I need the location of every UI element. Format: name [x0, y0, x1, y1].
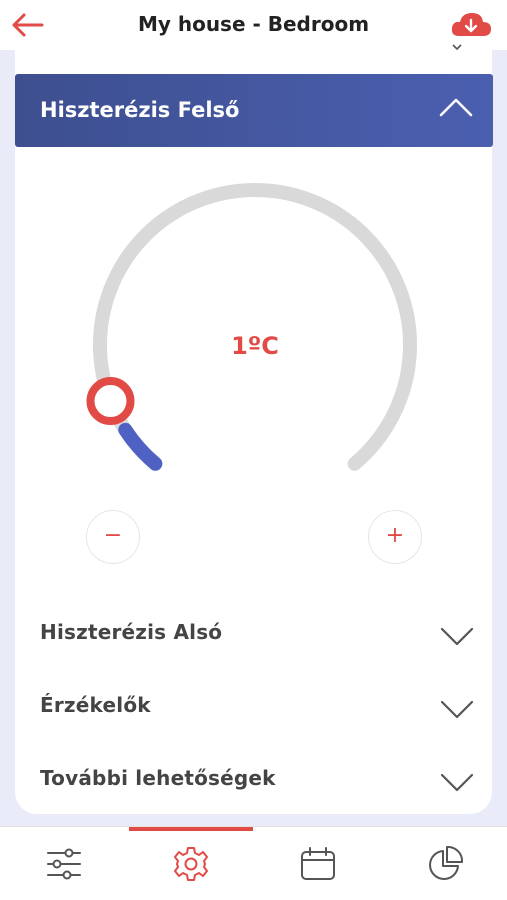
- cloud-download-icon[interactable]: [449, 10, 493, 40]
- bottom-tab-bar: [0, 826, 507, 900]
- chevron-down-icon: [440, 773, 474, 792]
- accordion-item-hiszterezis-also[interactable]: Hiszterézis Alsó: [15, 602, 492, 662]
- tab-schedule[interactable]: [254, 827, 380, 900]
- decrease-button[interactable]: −: [86, 510, 140, 564]
- tab-controls[interactable]: [0, 827, 126, 900]
- tab-settings[interactable]: [127, 827, 253, 900]
- section-title: Hiszterézis Felső: [40, 98, 240, 122]
- dial-knob[interactable]: [86, 377, 135, 426]
- top-bar: My house - Bedroom: [0, 0, 507, 50]
- accordion-item-erzekelok[interactable]: Érzékelők: [15, 675, 492, 735]
- accordion-item-tovabbi-lehetosegek[interactable]: További lehetőségek: [15, 748, 492, 808]
- dial-progress: [118, 422, 163, 471]
- dial-track: [93, 183, 417, 471]
- calendar-icon: [301, 847, 335, 880]
- pie-chart-icon: [429, 845, 464, 880]
- accordion-item-label: Érzékelők: [40, 693, 151, 717]
- accordion-item-label: További lehetőségek: [40, 766, 276, 790]
- section-header-hiszterezis-felso[interactable]: Hiszterézis Felső: [15, 74, 493, 147]
- dial-value: 1ºC: [231, 332, 279, 360]
- gear-icon: [174, 847, 208, 881]
- increase-button[interactable]: +: [368, 510, 422, 564]
- chevron-up-icon: [439, 98, 473, 117]
- accordion-item-label: Hiszterézis Alsó: [40, 620, 223, 644]
- tab-statistics[interactable]: [381, 827, 507, 900]
- chevron-down-icon: [440, 627, 474, 646]
- page-title: My house - Bedroom: [137, 12, 370, 36]
- chevron-down-icon: [440, 700, 474, 719]
- sliders-icon: [47, 848, 81, 880]
